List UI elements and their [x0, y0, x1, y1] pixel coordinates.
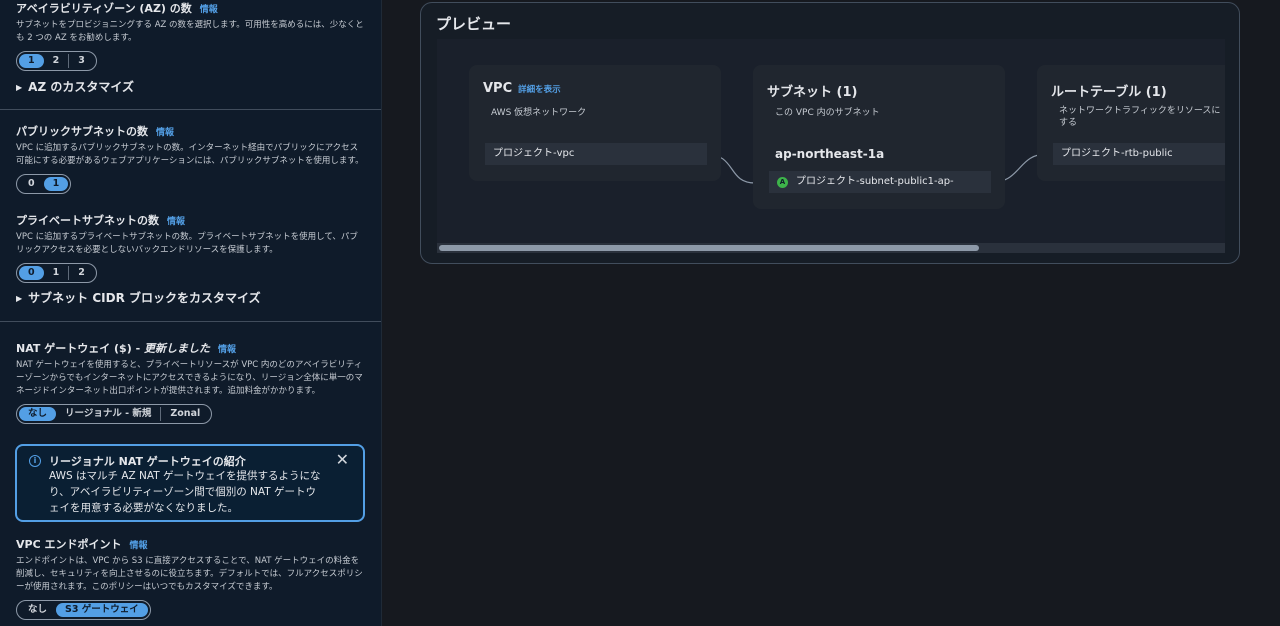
nat-option-regional[interactable]: リージョナル - 新規 — [56, 407, 160, 421]
close-icon[interactable]: ✕ — [336, 450, 349, 469]
vpc-endpoints-description: エンドポイントは、VPC から S3 に直接アクセスすることで、NAT ゲートウ… — [16, 556, 363, 592]
horizontal-scrollbar[interactable] — [437, 243, 1225, 253]
route-tables-card-subtitle: ネットワークトラフィックをリソースに する — [1059, 106, 1221, 128]
route-tables-card: ルートテーブル (1) ネットワークトラフィックをリソースに する プロジェクト… — [1037, 65, 1225, 181]
nat-gateway-section: NAT ゲートウェイ ($) - 更新しました 情報 NAT ゲートウェイを使用す… — [16, 340, 366, 424]
availability-zone-label: ap-northeast-1a — [775, 147, 885, 161]
vpc-card-title: VPC 詳細を表示 — [483, 81, 561, 96]
az-option-2[interactable]: 2 — [44, 54, 69, 68]
caret-right-icon: ▶ — [16, 83, 23, 92]
private-subnets-section: プライベートサブネットの数 情報 VPC に追加するプライベートサブネットの数。プ… — [16, 212, 366, 283]
info-link[interactable]: 情報 — [167, 217, 185, 227]
public-subnets-description: VPC に追加するパブリックサブネットの数。インターネット経由でパブリックにアク… — [16, 143, 364, 166]
customize-cidr-expander[interactable]: ▶ サブネット CIDR ブロックをカスタマイズ — [16, 289, 366, 306]
public-subnets-option-0[interactable]: 0 — [19, 177, 44, 191]
route-tables-card-title: ルートテーブル (1) — [1051, 85, 1167, 100]
subnets-card: サブネット (1) この VPC 内のサブネット ap-northeast-1a… — [753, 65, 1005, 209]
az-count-description: サブネットをプロビジョニングする AZ の数を選択します。可用性を高めるには、少… — [16, 20, 364, 43]
endpoint-option-s3-gateway[interactable]: S3 ゲートウェイ — [56, 603, 148, 617]
private-subnets-segmented-control: 0 1 2 — [16, 263, 97, 283]
public-subnets-option-1[interactable]: 1 — [43, 177, 69, 191]
preview-title: プレビュー — [436, 15, 512, 33]
divider — [0, 109, 381, 110]
az-option-3[interactable]: 3 — [68, 54, 94, 68]
nat-gateway-description: NAT ゲートウェイを使用すると、プライベートリソースが VPC 内のどのアベイ… — [16, 360, 363, 396]
nat-gateway-segmented-control: なし リージョナル - 新規 Zonal — [16, 404, 213, 424]
info-link[interactable]: 情報 — [218, 345, 236, 355]
vpc-endpoints-title: VPC エンドポイント 情報 — [16, 538, 148, 551]
route-table-item[interactable]: プロジェクト-rtb-public — [1053, 143, 1225, 165]
az-count-segmented-control: 1 2 3 — [16, 51, 97, 71]
public-subnets-title: パブリックサブネットの数 情報 — [16, 125, 175, 138]
info-link[interactable]: 情報 — [200, 5, 218, 15]
subnets-card-title: サブネット (1) — [767, 85, 858, 100]
nat-option-none[interactable]: なし — [19, 407, 57, 421]
az-count-title: アベイラビリティゾーン (AZ) の数 情報 — [16, 2, 218, 15]
az-option-1[interactable]: 1 — [19, 54, 44, 68]
endpoint-option-none[interactable]: なし — [19, 603, 56, 617]
regional-nat-info-alert: i リージョナル NAT ゲートウェイの紹介 AWS はマルチ AZ NAT ゲ… — [15, 444, 365, 522]
vpc-card: VPC 詳細を表示 AWS 仮想ネットワーク プロジェクト-vpc — [469, 65, 721, 181]
vpc-endpoints-segmented-control: なし S3 ゲートウェイ — [16, 600, 151, 620]
subnets-card-subtitle: この VPC 内のサブネット — [775, 108, 880, 118]
vpc-endpoints-section: VPC エンドポイント 情報 エンドポイントは、VPC から S3 に直接アクセス… — [16, 536, 366, 620]
nat-option-zonal[interactable]: Zonal — [160, 407, 209, 421]
preview-canvas: VPC 詳細を表示 AWS 仮想ネットワーク プロジェクト-vpc サブネット (… — [437, 39, 1225, 253]
config-panel: アベイラビリティゾーン (AZ) の数 情報 サブネットをプロビジョニングする A… — [0, 0, 382, 626]
preview-panel: プレビュー VPC 詳細を表示 AWS 仮想ネットワーク プロジェクト-vpc サ… — [420, 2, 1240, 264]
subnet-item[interactable]: A プロジェクト-subnet-public1-ap- — [769, 171, 991, 193]
info-icon: i — [29, 455, 41, 467]
nat-gateway-title: NAT ゲートウェイ ($) - 更新しました 情報 — [16, 342, 236, 355]
caret-right-icon: ▶ — [16, 294, 23, 303]
public-subnets-segmented-control: 0 1 — [16, 174, 72, 194]
private-subnets-option-2[interactable]: 2 — [68, 266, 94, 280]
vpc-item[interactable]: プロジェクト-vpc — [485, 143, 707, 165]
view-details-link[interactable]: 詳細を表示 — [518, 85, 561, 95]
private-subnets-option-0[interactable]: 0 — [19, 266, 44, 280]
vpc-card-subtitle: AWS 仮想ネットワーク — [491, 108, 587, 118]
private-subnets-option-1[interactable]: 1 — [44, 266, 69, 280]
customize-az-expander[interactable]: ▶ AZ のカスタマイズ — [16, 78, 366, 95]
info-link[interactable]: 情報 — [129, 541, 147, 551]
private-subnets-title: プライベートサブネットの数 情報 — [16, 214, 186, 227]
alert-body: AWS はマルチ AZ NAT ゲートウェイを提供するようになり、アベイラビリテ… — [49, 470, 321, 514]
az-count-section: アベイラビリティゾーン (AZ) の数 情報 サブネットをプロビジョニングする A… — [16, 0, 366, 71]
divider — [0, 321, 381, 322]
scrollbar-thumb[interactable] — [439, 245, 979, 251]
private-subnets-description: VPC に追加するプライベートサブネットの数。プライベートサブネットを使用して、… — [16, 232, 358, 255]
info-link[interactable]: 情報 — [156, 128, 174, 138]
public-subnets-section: パブリックサブネットの数 情報 VPC に追加するパブリックサブネットの数。インタ… — [16, 123, 366, 194]
public-subnet-badge-icon: A — [777, 177, 788, 188]
alert-title: リージョナル NAT ゲートウェイの紹介 — [49, 455, 246, 468]
